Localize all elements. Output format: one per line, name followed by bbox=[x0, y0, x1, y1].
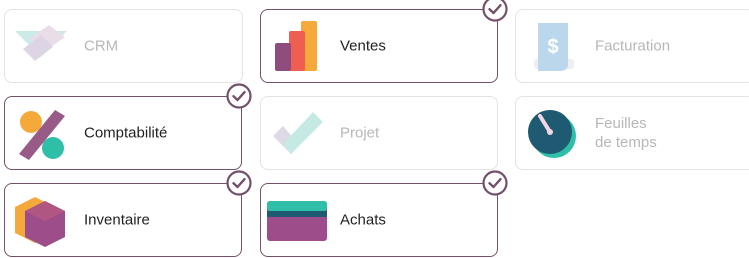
purchase-card-icon bbox=[265, 193, 329, 249]
inventory-box-icon bbox=[13, 193, 69, 249]
app-label-ventes: Ventes bbox=[340, 37, 386, 55]
app-label-inventaire: Inventaire bbox=[84, 211, 150, 229]
app-card-crm[interactable]: CRM bbox=[4, 9, 243, 83]
app-label-crm: CRM bbox=[84, 37, 119, 55]
timesheet-clock-icon bbox=[524, 106, 580, 162]
app-card-ventes[interactable]: Ventes bbox=[260, 0, 508, 83]
selected-check-icon bbox=[482, 170, 508, 196]
selected-check-icon bbox=[226, 170, 252, 196]
app-card-comptabilite[interactable]: Comptabilité bbox=[4, 83, 252, 170]
selected-check-icon bbox=[482, 0, 508, 22]
app-label-facturation: Facturation bbox=[595, 37, 671, 55]
selected-check-icon bbox=[226, 83, 252, 109]
invoice-dollar-icon: $ bbox=[524, 19, 580, 75]
app-card-achats[interactable]: Achats bbox=[260, 170, 508, 257]
sales-chart-icon bbox=[269, 19, 325, 75]
project-check-icon bbox=[269, 106, 325, 162]
svg-text:$: $ bbox=[547, 36, 558, 58]
app-label-feuilles-de-temps: Feuilles de temps bbox=[595, 114, 657, 152]
app-card-projet[interactable]: Projet bbox=[260, 96, 498, 170]
crm-icon bbox=[13, 19, 69, 75]
app-label-achats: Achats bbox=[340, 211, 386, 229]
app-label-comptabilite: Comptabilité bbox=[84, 124, 168, 142]
app-card-inventaire[interactable]: Inventaire bbox=[4, 170, 252, 257]
label-line-2: de temps bbox=[595, 134, 657, 151]
accounting-percent-icon bbox=[13, 106, 69, 162]
app-card-facturation[interactable]: $ Facturation bbox=[515, 9, 749, 83]
app-label-projet: Projet bbox=[340, 124, 380, 142]
app-card-feuilles-de-temps[interactable]: Feuilles de temps bbox=[515, 96, 749, 170]
app-selection-grid: CRM Ventes $ Facturation Comptabilité Pr… bbox=[0, 0, 749, 258]
label-line-1: Feuilles bbox=[595, 115, 647, 132]
